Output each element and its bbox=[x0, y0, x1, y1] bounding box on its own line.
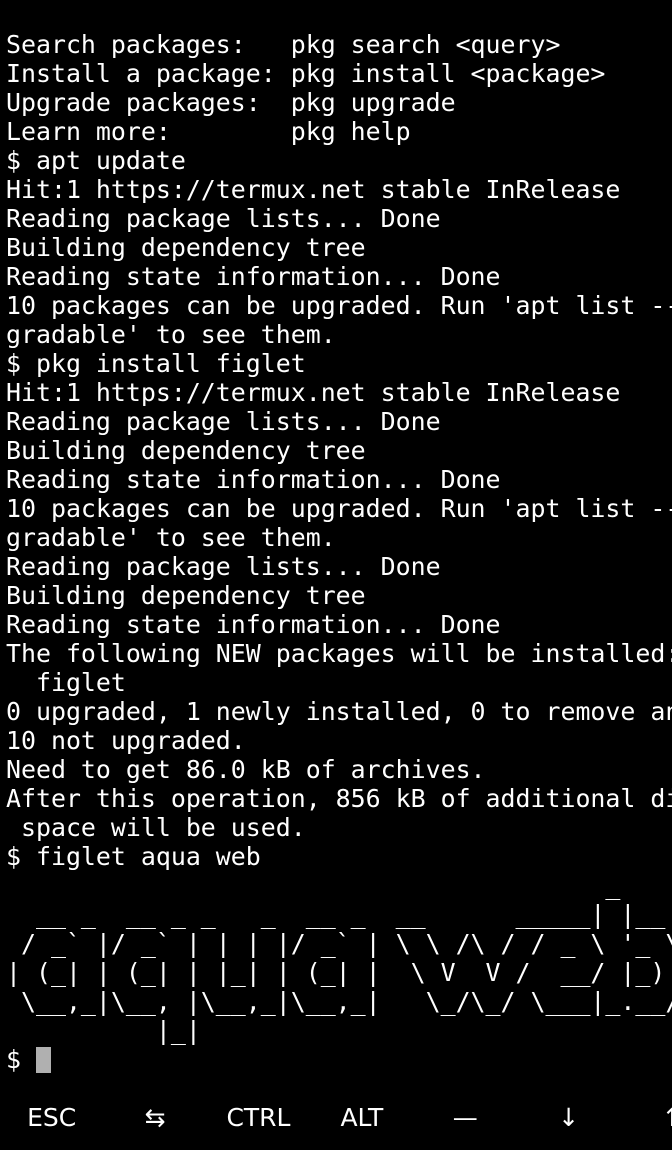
key-alt[interactable]: ALT bbox=[310, 1088, 413, 1146]
terminal-line: space will be used. bbox=[6, 813, 306, 842]
cursor bbox=[35, 1047, 51, 1073]
terminal-line: After this operation, 856 kB of addition… bbox=[6, 784, 672, 813]
terminal-line: figlet bbox=[6, 668, 126, 697]
terminal-line: Reading state information... Done bbox=[6, 610, 501, 639]
terminal-line: __ _ __ _ _ _ __ _ __ _____| |__ bbox=[6, 900, 672, 929]
terminal-line: $ figlet aqua web bbox=[6, 842, 261, 871]
terminal-line: / _` |/ _` | | | |/ _` | \ \ /\ / / _ \ … bbox=[6, 929, 672, 958]
terminal-line: Hit:1 https://termux.net stable InReleas… bbox=[6, 175, 621, 204]
terminal-line: $ apt update bbox=[6, 146, 186, 175]
terminal-line: Reading state information... Done bbox=[6, 465, 501, 494]
extra-keys-bar: ESC⇆CTRLALT—↓↑ bbox=[0, 1088, 672, 1146]
terminal-line: Building dependency tree bbox=[6, 233, 366, 262]
terminal-line: Building dependency tree bbox=[6, 436, 366, 465]
terminal-line: _ bbox=[6, 871, 672, 900]
terminal-line: Reading package lists... Done bbox=[6, 204, 441, 233]
terminal-line: 10 not upgraded. bbox=[6, 726, 246, 755]
terminal-line: \__,_|\__, |\__,_|\__,_| \_/\_/ \___|_._… bbox=[6, 987, 672, 1016]
terminal-output[interactable]: Search packages: pkg search <query> Insta… bbox=[6, 30, 672, 1074]
terminal-line: gradable' to see them. bbox=[6, 523, 336, 552]
terminal-line: Need to get 86.0 kB of archives. bbox=[6, 755, 486, 784]
terminal-line: Hit:1 https://termux.net stable InReleas… bbox=[6, 378, 621, 407]
key-ctrl[interactable]: CTRL bbox=[207, 1088, 310, 1146]
terminal-line: Install a package: pkg install <package> bbox=[6, 59, 606, 88]
key-dash[interactable]: — bbox=[414, 1088, 517, 1146]
prompt-line[interactable]: $ bbox=[6, 1045, 672, 1074]
terminal-line: Reading package lists... Done bbox=[6, 407, 441, 436]
key-arrow-down-icon[interactable]: ↓ bbox=[517, 1088, 620, 1146]
terminal-line: gradable' to see them. bbox=[6, 320, 336, 349]
terminal-line: Building dependency tree bbox=[6, 581, 366, 610]
terminal-line: Learn more: pkg help bbox=[6, 117, 411, 146]
terminal-line: Upgrade packages: pkg upgrade bbox=[6, 88, 456, 117]
terminal-line: | (_| | (_| | |_| | (_| | \ V V / __/ |_… bbox=[6, 958, 672, 987]
key-esc[interactable]: ESC bbox=[0, 1088, 103, 1146]
terminal-line: |_| bbox=[6, 1016, 672, 1045]
terminal-line: The following NEW packages will be insta… bbox=[6, 639, 672, 668]
key-tab-icon[interactable]: ⇆ bbox=[103, 1088, 206, 1146]
terminal-line: Reading state information... Done bbox=[6, 262, 501, 291]
key-arrow-up-icon[interactable]: ↑ bbox=[620, 1088, 672, 1146]
terminal-line: 10 packages can be upgraded. Run 'apt li… bbox=[6, 291, 672, 320]
terminal-line: Reading package lists... Done bbox=[6, 552, 441, 581]
terminal-line: 0 upgraded, 1 newly installed, 0 to remo… bbox=[6, 697, 672, 726]
terminal-line: 10 packages can be upgraded. Run 'apt li… bbox=[6, 494, 672, 523]
terminal-line: Search packages: pkg search <query> bbox=[6, 30, 561, 59]
terminal-line: $ pkg install figlet bbox=[6, 349, 306, 378]
prompt: $ bbox=[6, 1045, 36, 1074]
